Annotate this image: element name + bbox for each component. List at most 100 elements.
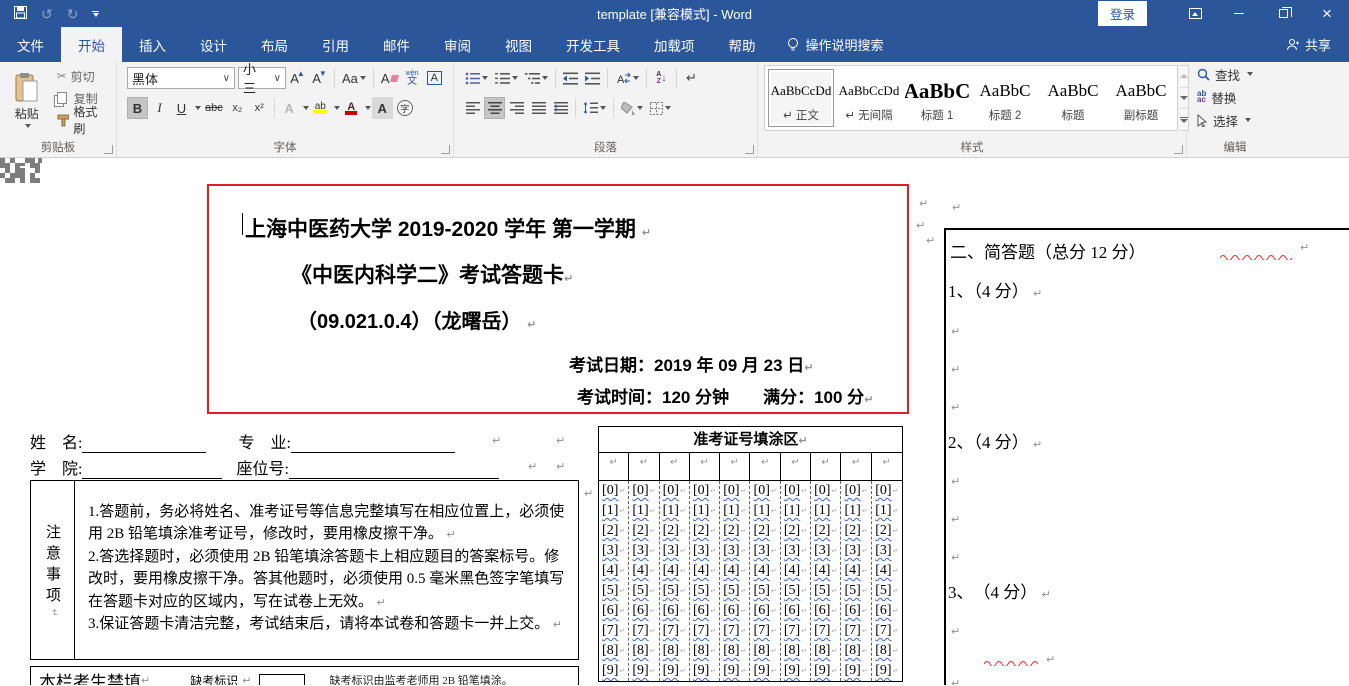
justify-icon[interactable] — [528, 97, 549, 119]
bubble-digit[interactable]: [9]↵ — [629, 661, 658, 681]
bubble-digit[interactable]: [4]↵ — [599, 561, 628, 581]
bubble-digit[interactable]: [0]↵ — [872, 481, 902, 501]
multilevel-list-icon[interactable] — [522, 67, 551, 89]
bubble-digit[interactable]: [3]↵ — [750, 541, 779, 561]
bubble-digit[interactable]: [5]↵ — [599, 581, 628, 601]
paste-dropdown-arrow[interactable] — [25, 124, 31, 128]
bubble-digit[interactable]: [3]↵ — [872, 541, 902, 561]
style-card-0[interactable]: AaBbCcDd↵ 正文 — [768, 69, 834, 127]
highlight-button[interactable]: ab — [310, 97, 331, 119]
bubble-digit[interactable]: [7]↵ — [811, 621, 840, 641]
underline-button[interactable]: U — [171, 97, 192, 119]
bubble-digit[interactable]: [3]↵ — [841, 541, 870, 561]
bubble-digit[interactable]: [4]↵ — [660, 561, 689, 581]
bubble-digit[interactable]: [1]↵ — [690, 501, 719, 521]
ribbon-display-options-icon[interactable] — [1173, 0, 1217, 27]
format-painter-button[interactable]: 格式刷 — [54, 109, 112, 131]
bubble-digit[interactable]: [6]↵ — [599, 601, 628, 621]
font-dialog-launcher[interactable] — [441, 145, 450, 154]
character-border-button[interactable]: A — [424, 67, 445, 89]
ticket-digit-cell[interactable]: ↵ — [750, 453, 780, 480]
ticket-digit-cell[interactable]: ↵ — [781, 453, 811, 480]
bubble-digit[interactable]: [7]↵ — [599, 621, 628, 641]
bubble-digit[interactable]: [9]↵ — [781, 661, 810, 681]
bubble-digit[interactable]: [7]↵ — [841, 621, 870, 641]
phonetic-guide-button[interactable]: wén文 — [402, 67, 423, 89]
line-spacing-icon[interactable] — [580, 97, 609, 119]
bubble-digit[interactable]: [0]↵ — [660, 481, 689, 501]
font-color-dropdown-arrow[interactable] — [365, 106, 371, 110]
ticket-digit-cell[interactable]: ↵ — [629, 453, 659, 480]
minimize-button[interactable] — [1217, 0, 1261, 27]
major-field-line[interactable] — [291, 436, 455, 453]
style-card-5[interactable]: AaBbC副标题 — [1108, 69, 1174, 127]
character-shading-button[interactable]: A — [372, 97, 393, 119]
bubble-digit[interactable]: [0]↵ — [781, 481, 810, 501]
seat-field-line[interactable] — [289, 462, 499, 479]
redo-icon[interactable]: ↻ — [67, 7, 79, 21]
underline-dropdown-arrow[interactable] — [195, 106, 201, 110]
style-card-4[interactable]: AaBbC标题 — [1040, 69, 1106, 127]
bubble-digit[interactable]: [2]↵ — [690, 521, 719, 541]
bubble-digit[interactable]: [9]↵ — [872, 661, 902, 681]
decrease-indent-icon[interactable] — [560, 67, 581, 89]
bubble-digit[interactable]: [0]↵ — [690, 481, 719, 501]
bubble-digit[interactable]: [0]↵ — [599, 481, 628, 501]
paragraph-dialog-launcher[interactable] — [745, 145, 754, 154]
strikethrough-button[interactable]: abc — [202, 97, 226, 119]
text-effects-dropdown-arrow[interactable] — [303, 106, 309, 110]
bubble-digit[interactable]: [8]↵ — [629, 641, 658, 661]
bubble-digit[interactable]: [4]↵ — [720, 561, 749, 581]
restore-button[interactable] — [1261, 0, 1305, 27]
ticket-digit-cell[interactable]: ↵ — [599, 453, 629, 480]
bubble-digit[interactable]: [1]↵ — [720, 501, 749, 521]
bubble-digit[interactable]: [6]↵ — [629, 601, 658, 621]
bubble-digit[interactable]: [5]↵ — [720, 581, 749, 601]
bubble-digit[interactable]: [8]↵ — [811, 641, 840, 661]
enclose-characters-button[interactable]: 字 — [394, 97, 416, 119]
font-name-combo[interactable]: 黑体∨ — [127, 67, 235, 89]
clear-formatting-button[interactable]: A — [378, 67, 401, 89]
bubble-digit[interactable]: [2]↵ — [750, 521, 779, 541]
borders-icon[interactable] — [647, 97, 674, 119]
bubble-digit[interactable]: [3]↵ — [599, 541, 628, 561]
bubble-digit[interactable]: [2]↵ — [841, 521, 870, 541]
align-right-icon[interactable] — [506, 97, 527, 119]
bubble-digit[interactable]: [3]↵ — [629, 541, 658, 561]
bubble-digit[interactable]: [1]↵ — [811, 501, 840, 521]
bubble-digit[interactable]: [1]↵ — [781, 501, 810, 521]
superscript-button[interactable]: x² — [249, 97, 270, 119]
show-marks-icon[interactable]: ↵ — [681, 67, 702, 89]
highlight-dropdown-arrow[interactable] — [334, 106, 340, 110]
share-button[interactable]: 共享 — [1286, 27, 1331, 62]
bubble-digit[interactable]: [9]↵ — [660, 661, 689, 681]
font-size-combo[interactable]: 小三∨ — [238, 67, 286, 89]
bubble-digit[interactable]: [2]↵ — [720, 521, 749, 541]
bubble-digit[interactable]: [6]↵ — [720, 601, 749, 621]
tab-11[interactable]: 帮助 — [712, 27, 773, 62]
bubble-digit[interactable]: [7]↵ — [690, 621, 719, 641]
bubble-digit[interactable]: [8]↵ — [841, 641, 870, 661]
bubble-digit[interactable]: [2]↵ — [599, 521, 628, 541]
bubble-digit[interactable]: [8]↵ — [599, 641, 628, 661]
bubble-digit[interactable]: [8]↵ — [690, 641, 719, 661]
style-card-1[interactable]: AaBbCcDd↵ 无间隔 — [836, 69, 902, 127]
tab-4[interactable]: 布局 — [244, 27, 305, 62]
change-case-button[interactable]: Aa — [339, 67, 369, 89]
bubble-digit[interactable]: [5]↵ — [660, 581, 689, 601]
tab-7[interactable]: 审阅 — [427, 27, 488, 62]
align-center-icon[interactable] — [484, 97, 505, 119]
subscript-button[interactable]: x₂ — [227, 97, 248, 119]
bubble-digit[interactable]: [5]↵ — [690, 581, 719, 601]
bubble-digit[interactable]: [5]↵ — [872, 581, 902, 601]
save-icon[interactable] — [14, 6, 27, 21]
bubble-digit[interactable]: [7]↵ — [720, 621, 749, 641]
replace-button[interactable]: abac 替换 — [1197, 87, 1279, 107]
bubble-digit[interactable]: [6]↵ — [781, 601, 810, 621]
bubble-digit[interactable]: [2]↵ — [629, 521, 658, 541]
text-effects-button[interactable]: A — [279, 97, 300, 119]
styles-dialog-launcher[interactable] — [1174, 145, 1183, 154]
login-button[interactable]: 登录 — [1098, 1, 1147, 26]
bubble-digit[interactable]: [0]↵ — [629, 481, 658, 501]
clipboard-dialog-launcher[interactable] — [104, 145, 113, 154]
